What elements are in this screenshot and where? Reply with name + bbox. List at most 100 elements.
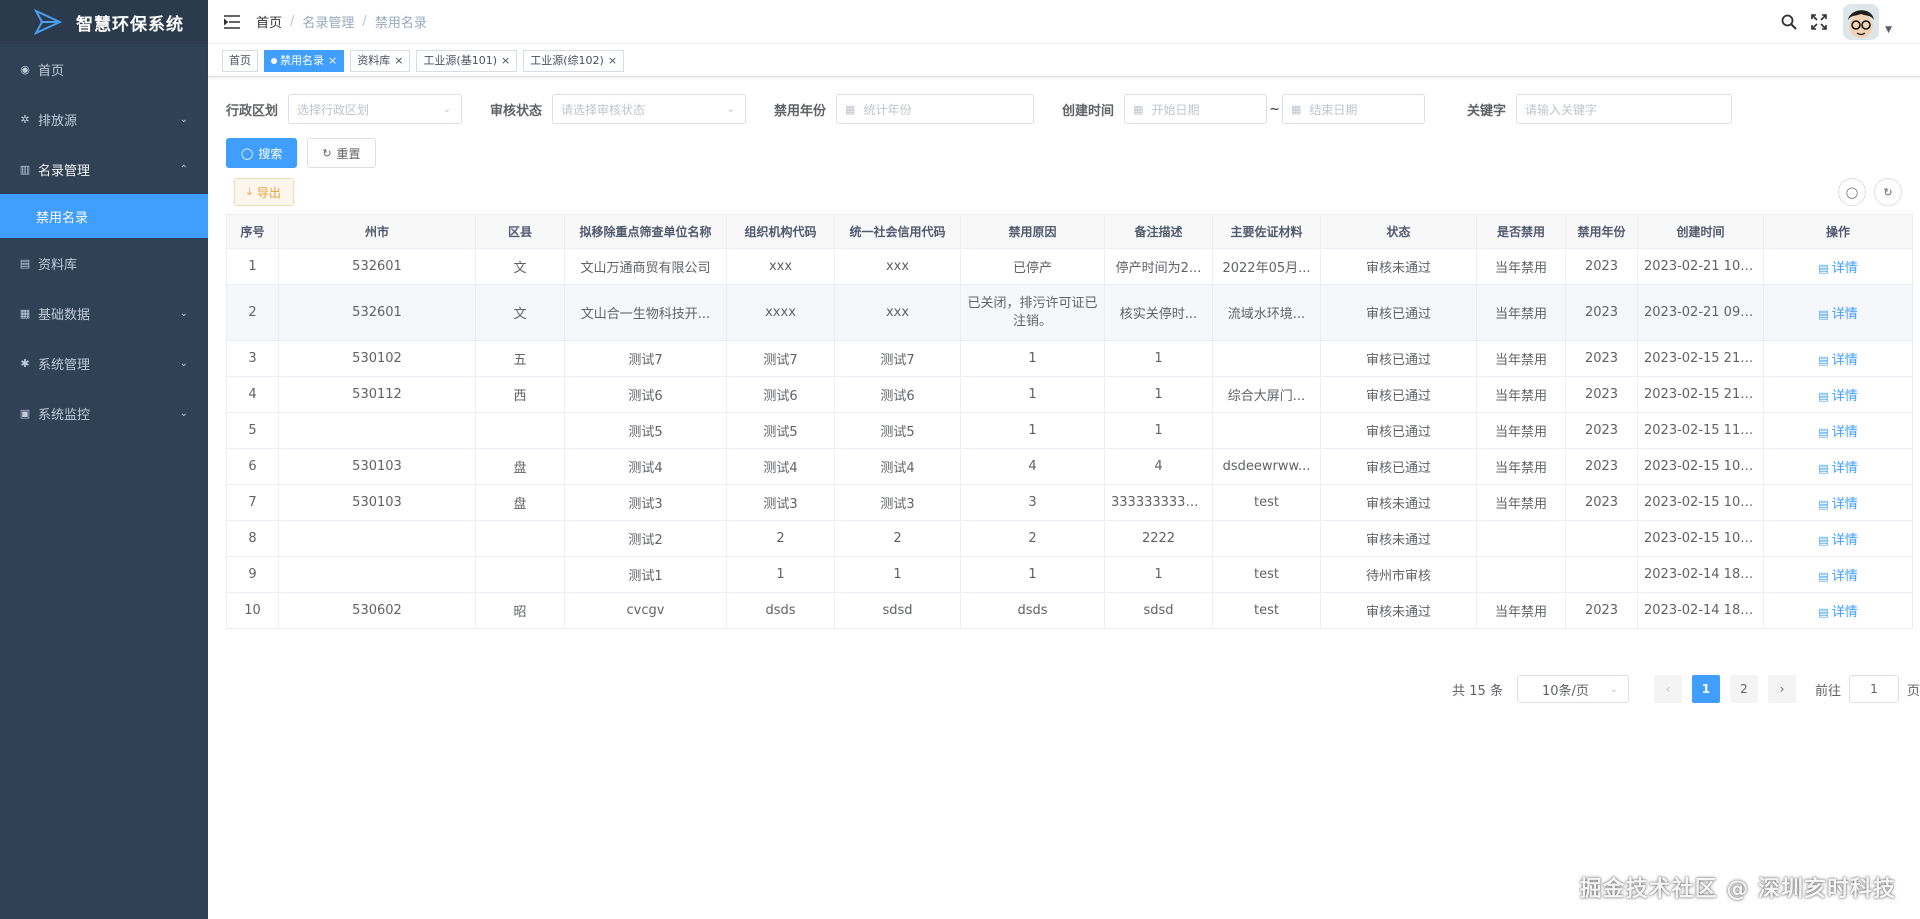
keyword-input[interactable]: 请输入关键字 — [1515, 94, 1732, 124]
table-cell — [475, 520, 565, 557]
tag-item[interactable]: 工业源(综102) × — [523, 49, 625, 72]
table-cell: 532601 — [278, 248, 476, 285]
detail-button[interactable]: ▤ 详情 — [1818, 389, 1857, 404]
detail-button[interactable]: ▤ 详情 — [1818, 461, 1857, 476]
table-cell: 4 — [1104, 448, 1213, 485]
table-cell: 530602 — [278, 592, 476, 629]
table-cell: 当年禁用 — [1476, 592, 1566, 629]
sidebar: 智慧环保系统 ◉ 首页 ✲ 排放源 ⌄ ▥ 名录管理 ⌃ 禁用名录 ▤ 资料库 ▦ 基础数据 ⌄ ✱ 系统管理… — [0, 0, 208, 919]
table-cell: 2023-02-21 10:21 — [1637, 248, 1764, 285]
export-button[interactable]: ⤓ 导出 — [234, 178, 294, 206]
sidebar-subitem-banned-list[interactable]: 禁用名录 — [0, 194, 208, 238]
action-cell: ▤ 详情 — [1763, 376, 1913, 413]
page-number-button[interactable]: 2 — [1729, 675, 1758, 703]
table-row[interactable]: 1 532601 文文山万通商贸有限公司 xxx xxx 已停产 停产时间为2... 2022… — [226, 248, 1913, 285]
main-content: 行政区划 选择行政区划 ⌄ 审核状态 请选择审核状态 ⌄ 禁用年份 ▦ 统计年份… — [208, 78, 1920, 919]
sidebar-item[interactable]: ◉ 首页 — [0, 44, 208, 94]
table-cell: 2023 — [1565, 448, 1638, 485]
table-cell: dsds — [960, 592, 1105, 629]
prev-page-button[interactable]: ‹ — [1653, 675, 1682, 703]
region-label: 行政区划 — [226, 103, 279, 119]
goto-page-input[interactable]: 1 — [1848, 675, 1899, 703]
column-header: 序号 — [226, 214, 279, 249]
table-cell: 测试7 — [834, 340, 961, 377]
close-icon[interactable]: × — [501, 51, 510, 71]
table-row[interactable]: 2 532601 文文山合一生物科技开... xxxx xxx 已关闭，排污许可证已注销。… — [226, 284, 1913, 341]
table-row[interactable]: 5 测试5 测试5 测试5 1 1 审核已通过 当年禁用 2023 2023-02-15 11:0… — [226, 412, 1913, 449]
search-button[interactable]: ◯ 搜索 — [226, 138, 298, 168]
tag-item[interactable]: 首页 — [222, 49, 258, 72]
close-icon[interactable]: × — [394, 51, 403, 71]
chevron-down-icon: ⌄ — [442, 103, 452, 115]
table-cell: 文 — [475, 284, 565, 341]
tag-item[interactable]: 工业源(基101) × — [416, 49, 518, 72]
fullscreen-icon[interactable] — [1809, 12, 1829, 32]
detail-button[interactable]: ▤ 详情 — [1818, 261, 1857, 276]
document-icon: ▤ — [1818, 498, 1829, 511]
document-icon: ▤ — [1818, 426, 1829, 439]
breadcrumb-home[interactable]: 首页 — [256, 12, 282, 31]
table-row[interactable]: 6 530103 盘测试4 测试4 测试4 4 4 dsdeewrww... 审核已通过 当年禁用… — [226, 448, 1913, 485]
caret-down-icon[interactable]: ▼ — [1885, 25, 1892, 35]
detail-button[interactable]: ▤ 详情 — [1818, 605, 1857, 620]
action-cell: ▤ 详情 — [1763, 340, 1913, 377]
logo[interactable]: 智慧环保系统 — [0, 0, 208, 44]
reset-button[interactable]: ↻ 重置 — [307, 138, 376, 168]
column-header: 禁用年份 — [1565, 214, 1638, 249]
tag-item[interactable]: 禁用名录 × — [264, 49, 345, 72]
sidebar-item-label: 系统管理 — [38, 357, 91, 373]
table-row[interactable]: 9 测试1 1 1 1 1 test 待州市审核 2023-02-14 18:32 ▤ 详情 — [226, 556, 1913, 593]
table-cell: xxx — [834, 284, 961, 341]
keyword-label: 关键字 — [1466, 103, 1506, 119]
table-cell: dsdeewrww... — [1212, 448, 1321, 485]
table-cell: 1 — [834, 556, 961, 593]
next-page-button[interactable]: › — [1767, 675, 1796, 703]
breadcrumb-current: 禁用名录 — [374, 16, 427, 31]
detail-button[interactable]: ▤ 详情 — [1818, 569, 1857, 584]
table-row[interactable]: 4 530112 西测试6 测试6 测试6 1 1 综合大屏门... 审核已通过 当年禁用 2023… — [226, 376, 1913, 413]
audit-status-select[interactable]: 请选择审核状态 ⌄ — [552, 94, 747, 124]
detail-button[interactable]: ▤ 详情 — [1818, 307, 1857, 322]
avatar[interactable] — [1843, 4, 1880, 40]
sidebar-item[interactable]: ▦ 基础数据 ⌄ — [0, 288, 208, 338]
close-icon[interactable]: × — [328, 51, 337, 71]
ban-year-picker[interactable]: ▦ 统计年份 — [836, 94, 1035, 124]
region-select[interactable]: 选择行政区划 ⌄ — [288, 94, 463, 124]
calendar-icon: ▦ — [845, 102, 856, 116]
table-cell: 文 — [475, 248, 565, 285]
sidebar-item[interactable]: ▤ 资料库 — [0, 238, 208, 288]
table-row[interactable]: 3 530102 五测试7 测试7 测试7 1 1 审核已通过 当年禁用 2023 2023-02-… — [226, 340, 1913, 377]
detail-button[interactable]: ▤ 详情 — [1818, 497, 1857, 512]
sidebar-item-label: 名录管理 — [38, 163, 91, 179]
table-cell: 审核已通过 — [1320, 412, 1477, 449]
detail-button[interactable]: ▤ 详情 — [1818, 425, 1857, 440]
sidebar-item[interactable]: ✲ 排放源 ⌄ — [0, 94, 208, 144]
table-cell — [278, 520, 476, 557]
sidebar-item[interactable]: ✱ 系统管理 ⌄ — [0, 338, 208, 388]
table-cell — [1476, 520, 1566, 557]
hamburger-icon[interactable] — [222, 12, 242, 32]
detail-button[interactable]: ▤ 详情 — [1818, 533, 1857, 548]
table-row[interactable]: 7 530103 盘测试3 测试3 测试3 3 3333333333... test 审核未通过… — [226, 484, 1913, 521]
tag-item[interactable]: 资料库 × — [350, 49, 411, 72]
table-row[interactable]: 10 530602 昭 cvcgv dsds sdsd dsds sdsd test 审核未通过当… — [226, 592, 1913, 629]
table-cell: 8 — [226, 520, 279, 557]
detail-button[interactable]: ▤ 详情 — [1818, 353, 1857, 368]
close-icon[interactable]: × — [608, 51, 617, 71]
page-number-button[interactable]: 1 — [1691, 675, 1720, 703]
end-date-picker[interactable]: ▦ 结束日期 — [1281, 94, 1425, 124]
table-cell: 已关闭，排污许可证已注销。 — [960, 284, 1105, 341]
refresh-button[interactable]: ↻ — [1874, 178, 1902, 206]
toggle-search-button[interactable]: ◯ — [1838, 178, 1866, 206]
column-header: 区县 — [475, 214, 565, 249]
start-date-picker[interactable]: ▦ 开始日期 — [1124, 94, 1268, 124]
date-range-separator: ~ — [1269, 101, 1280, 117]
page-size-select[interactable]: 10条/页 ⌄ — [1516, 675, 1629, 703]
sidebar-item[interactable]: ▣ 系统监控 ⌄ — [0, 388, 208, 438]
table-cell: 审核未通过 — [1320, 520, 1477, 557]
table-cell: 10 — [226, 592, 279, 629]
sidebar-item[interactable]: ▥ 名录管理 ⌃ — [0, 144, 208, 194]
table-row[interactable]: 8 测试2 2 2 2 2222 审核未通过 2023-02-15 10:04 ▤ 详情 — [226, 520, 1913, 557]
action-cell: ▤ 详情 — [1763, 248, 1913, 285]
search-icon[interactable] — [1779, 12, 1799, 32]
